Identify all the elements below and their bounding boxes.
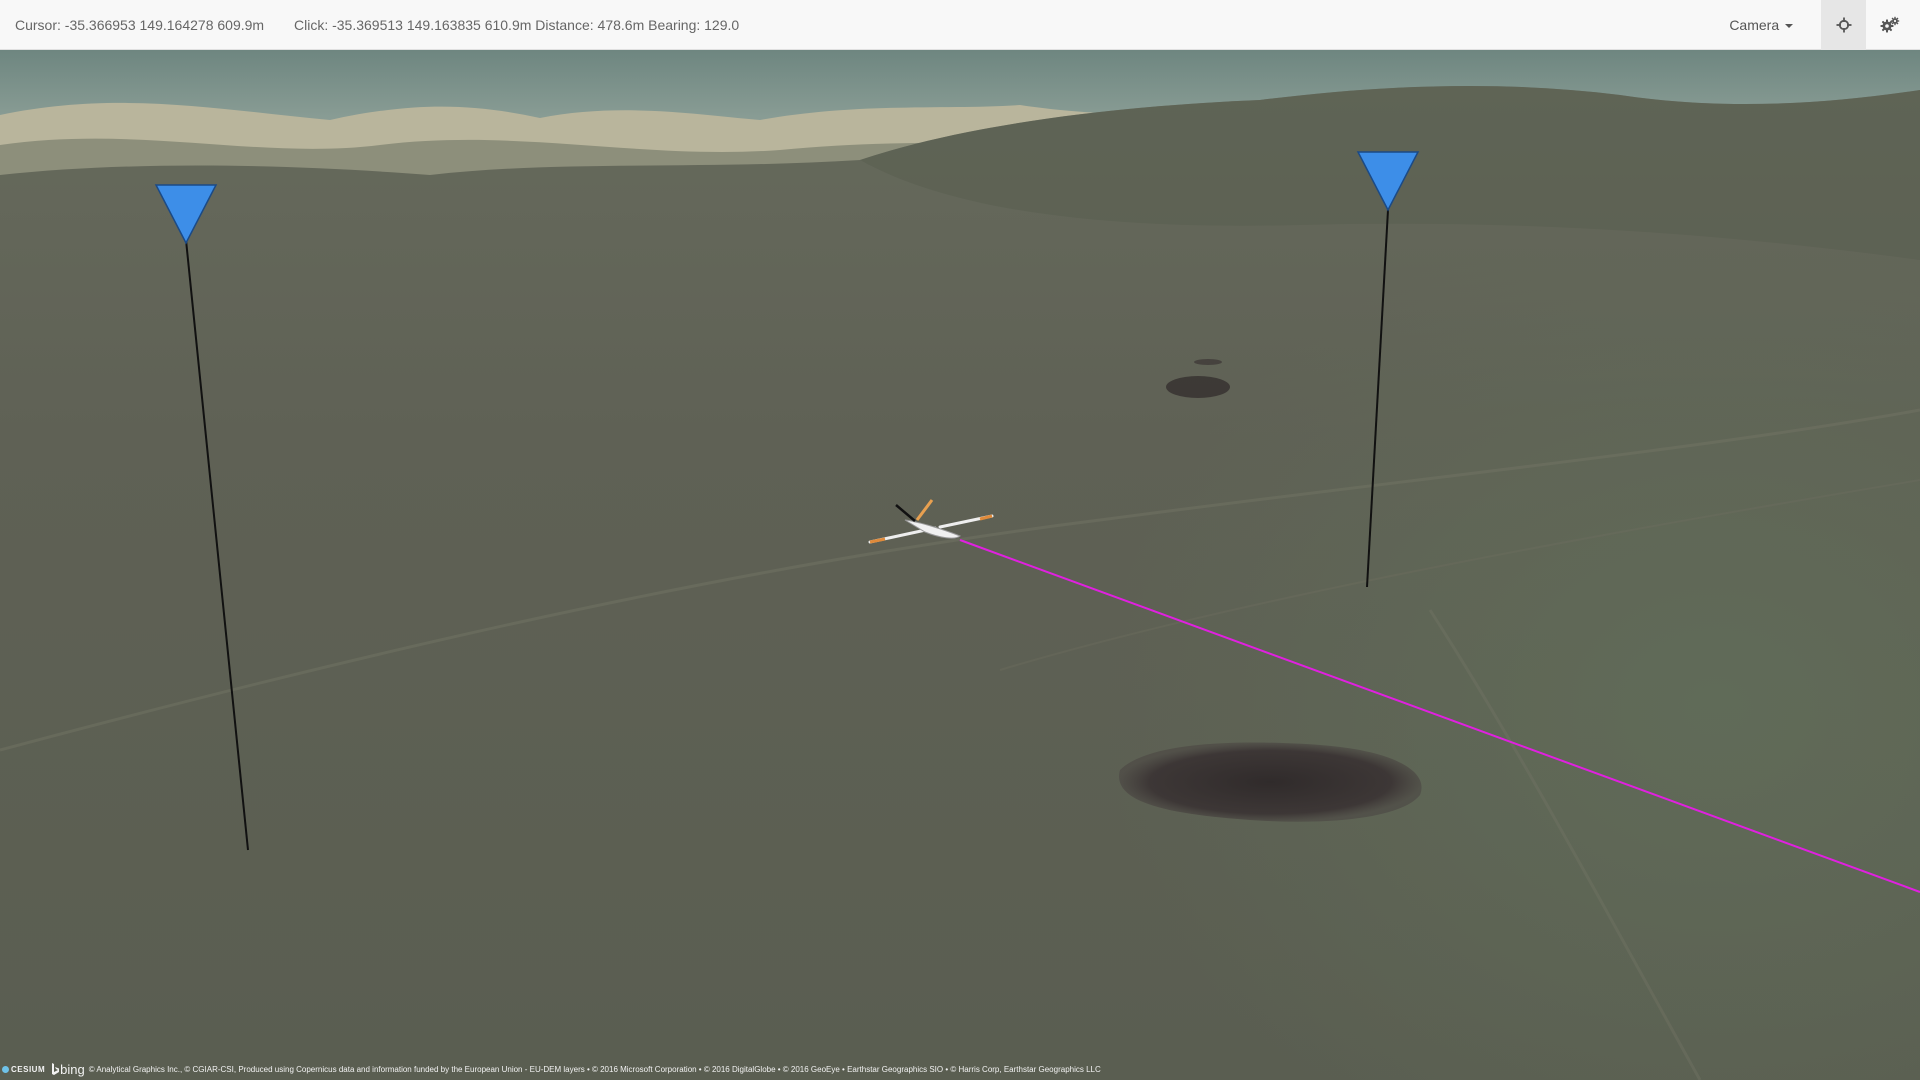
vegetation-patch	[900, 250, 1920, 1080]
caret-down-icon	[1785, 24, 1793, 29]
attribution-text: © Analytical Graphics Inc., © CGIAR-CSI,…	[88, 1064, 1101, 1074]
crosshair-icon	[1836, 17, 1851, 33]
terrain-scene[interactable]	[0, 50, 1920, 1080]
cursor-readout: Cursor: -35.366953 149.164278 609.9m	[15, 17, 265, 33]
bing-logo[interactable]: bing	[51, 1062, 85, 1077]
pond-small	[1194, 359, 1222, 365]
bing-logo-text: bing	[60, 1061, 85, 1077]
bing-logo-icon	[52, 1062, 60, 1075]
camera-dropdown-label: Camera	[1729, 17, 1780, 33]
map-attribution: CESIUM bing © Analytical Graphics Inc., …	[2, 1060, 1101, 1078]
cesium-logo[interactable]: CESIUM	[2, 1065, 45, 1074]
center-view-button[interactable]	[1821, 0, 1866, 50]
map-viewport[interactable]	[0, 50, 1920, 1080]
settings-button[interactable]	[1867, 0, 1912, 50]
top-toolbar: Cursor: -35.366953 149.164278 609.9m Cli…	[0, 0, 1920, 50]
cesium-logo-icon	[2, 1065, 9, 1073]
gears-icon	[1880, 16, 1899, 33]
cesium-logo-text: CESIUM	[11, 1064, 46, 1074]
camera-dropdown[interactable]: Camera	[1719, 0, 1803, 50]
click-readout: Click: -35.369513 149.163835 610.9m Dist…	[294, 17, 740, 33]
pond-small	[1166, 376, 1230, 398]
